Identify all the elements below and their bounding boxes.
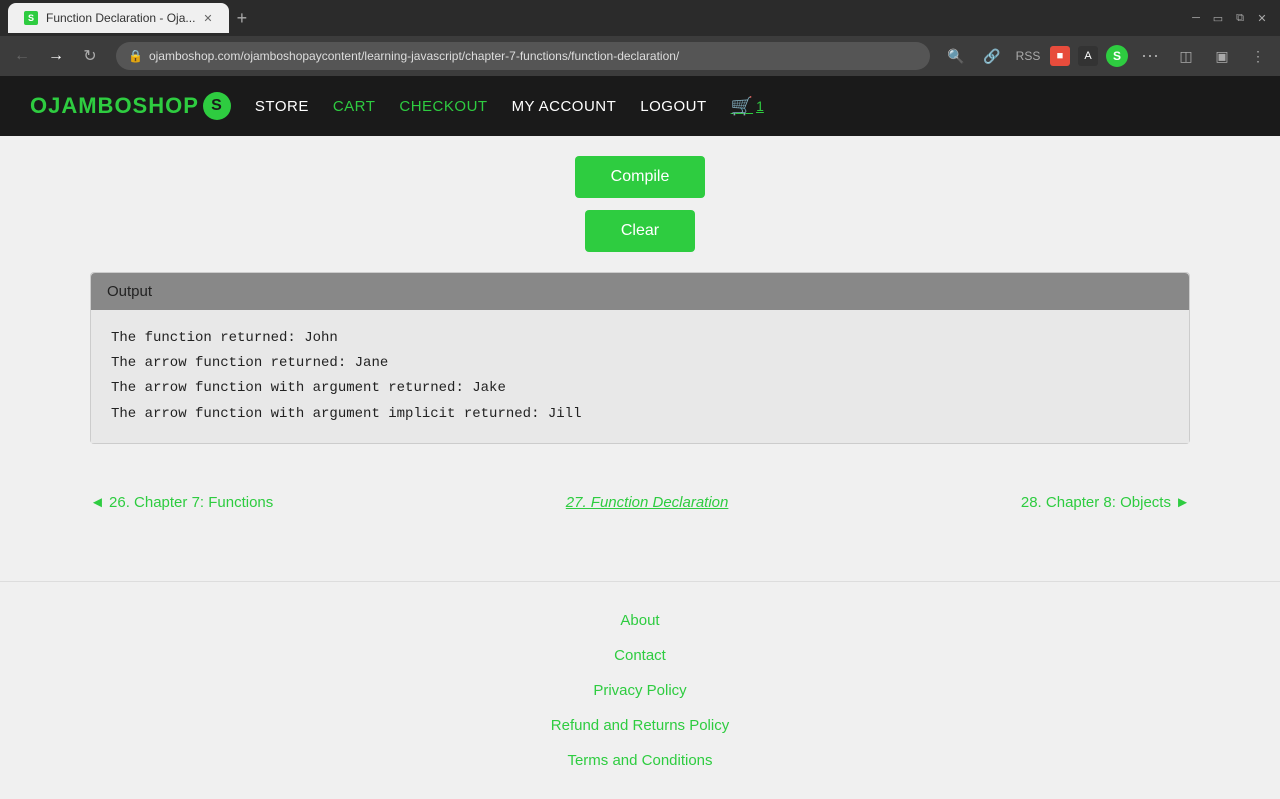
back-button[interactable]: ←	[8, 42, 36, 70]
output-line-1: The function returned: John	[111, 326, 1169, 351]
navbar: OJAMBOSHOP S STORE CART CHECKOUT MY ACCO…	[0, 76, 1280, 136]
screenshot-button[interactable]: ▣	[1208, 42, 1236, 70]
close-window-button[interactable]: ✕	[1252, 8, 1272, 28]
cart-icon-link[interactable]: 🛒 1	[731, 96, 764, 117]
tab-favicon: S	[24, 11, 38, 25]
tab-close-button[interactable]: ✕	[203, 12, 212, 25]
nav-checkout[interactable]: CHECKOUT	[399, 94, 487, 119]
output-line-2: The arrow function returned: Jane	[111, 351, 1169, 376]
footer-about[interactable]: About	[620, 612, 659, 629]
output-container: Output The function returned: John The a…	[90, 272, 1190, 444]
minimize-button[interactable]: ─	[1186, 8, 1206, 28]
brand-name: OJAMBOSHOP	[30, 93, 199, 119]
sidebar-button[interactable]: ◫	[1172, 42, 1200, 70]
extension-icon-dark[interactable]: A	[1078, 46, 1098, 66]
fullscreen-button[interactable]: ⧉	[1230, 8, 1250, 28]
current-chapter-label: 27. Function Declaration	[566, 494, 729, 511]
cart-count: 1	[756, 98, 764, 114]
restore-button[interactable]: ▭	[1208, 8, 1228, 28]
output-body: The function returned: John The arrow fu…	[91, 310, 1189, 443]
output-line-3: The arrow function with argument returne…	[111, 376, 1169, 401]
forward-button[interactable]: →	[42, 42, 70, 70]
search-button[interactable]: 🔍	[942, 42, 970, 70]
clear-button[interactable]: Clear	[585, 210, 695, 252]
next-chapter-link[interactable]: 28. Chapter 8: Objects ►	[1021, 494, 1190, 511]
brand-logo[interactable]: OJAMBOSHOP S	[30, 92, 231, 120]
nav-logout[interactable]: LOGOUT	[640, 94, 706, 119]
cart-icon: 🛒	[731, 96, 753, 117]
prev-chapter-link[interactable]: ◄ 26. Chapter 7: Functions	[90, 494, 273, 511]
page-content: OJAMBOSHOP S STORE CART CHECKOUT MY ACCO…	[0, 76, 1280, 799]
secure-icon: 🔒	[128, 49, 143, 63]
footer-privacy[interactable]: Privacy Policy	[593, 682, 686, 699]
address-input[interactable]	[149, 49, 918, 63]
rss-icon: RSS	[1014, 42, 1042, 70]
buttons-area: Compile Clear	[90, 156, 1190, 252]
output-header: Output	[91, 273, 1189, 310]
browser-actions: 🔍 🔗 RSS ■ A S ⋯ ◫ ▣ ⋮	[942, 42, 1272, 70]
footer: About Contact Privacy Policy Refund and …	[0, 582, 1280, 799]
extensions-button[interactable]: ⋯	[1136, 42, 1164, 70]
profile-icon[interactable]: S	[1106, 45, 1128, 67]
more-options-button[interactable]: ⋮	[1244, 42, 1272, 70]
browser-controls-bar: ← → ↻ 🔒 🔍 🔗 RSS ■ A S ⋯ ◫ ▣ ⋮	[0, 36, 1280, 76]
refresh-button[interactable]: ↻	[76, 42, 104, 70]
address-bar-container[interactable]: 🔒	[116, 42, 930, 70]
main-content: Compile Clear Output The function return…	[50, 136, 1230, 581]
new-tab-button[interactable]: +	[233, 8, 252, 29]
footer-contact[interactable]: Contact	[614, 647, 666, 664]
extension-icon-red[interactable]: ■	[1050, 46, 1070, 66]
tab-title: Function Declaration - Oja...	[46, 11, 195, 25]
output-line-4: The arrow function with argument implici…	[111, 402, 1169, 427]
footer-terms[interactable]: Terms and Conditions	[567, 752, 712, 769]
share-button[interactable]: 🔗	[978, 42, 1006, 70]
browser-window: S Function Declaration - Oja... ✕ + ─ ▭ …	[0, 0, 1280, 76]
footer-refund[interactable]: Refund and Returns Policy	[551, 717, 729, 734]
active-tab[interactable]: S Function Declaration - Oja... ✕	[8, 3, 229, 33]
chapter-navigation: ◄ 26. Chapter 7: Functions 27. Function …	[90, 474, 1190, 531]
brand-s-icon: S	[203, 92, 231, 120]
tab-bar: S Function Declaration - Oja... ✕ + ─ ▭ …	[0, 0, 1280, 36]
compile-button[interactable]: Compile	[575, 156, 706, 198]
nav-my-account[interactable]: MY ACCOUNT	[512, 94, 617, 119]
nav-store[interactable]: STORE	[255, 94, 309, 119]
nav-cart[interactable]: CART	[333, 94, 376, 119]
